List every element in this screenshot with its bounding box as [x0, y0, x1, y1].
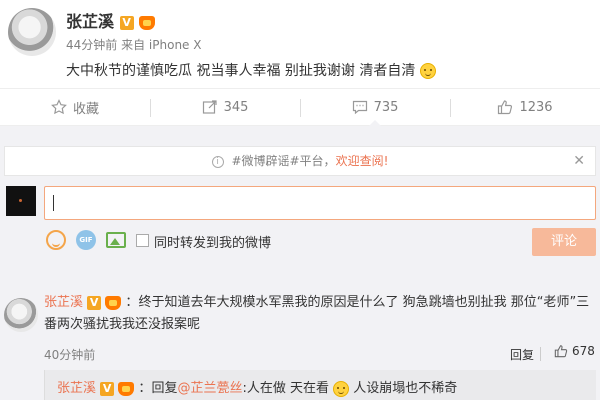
- repost-checkbox[interactable]: [136, 234, 149, 247]
- comment-like-count: 678: [572, 344, 595, 358]
- notice-link[interactable]: 欢迎查阅!: [336, 154, 389, 168]
- post-meta: 44分钟前 来自 iPhone X: [66, 36, 201, 53]
- post-action-bar: 收藏 345 735 1236: [0, 88, 600, 126]
- verified-badge-icon: V: [87, 295, 102, 310]
- repost-checkbox-label[interactable]: 同时转发到我的微博: [154, 232, 271, 251]
- repost-button[interactable]: 345: [150, 89, 300, 125]
- like-icon: [554, 345, 568, 358]
- text-caret: [53, 195, 54, 211]
- commenter-avatar[interactable]: [4, 298, 38, 332]
- like-icon: [498, 100, 513, 115]
- comment-input[interactable]: [44, 186, 596, 220]
- verified-badge-icon: V: [100, 381, 115, 396]
- emoji-icon[interactable]: [46, 230, 66, 250]
- divider: [540, 347, 541, 361]
- member-crown-icon: [139, 15, 156, 30]
- weibo-post: 张芷溪 V 44分钟前 来自 iPhone X 大中秋节的谨慎吃瓜 祝当事人幸福…: [0, 0, 600, 88]
- mention-link[interactable]: @芷兰甍丝: [177, 381, 242, 396]
- author-avatar[interactable]: [8, 8, 56, 56]
- post-source: 来自 iPhone X: [121, 38, 202, 52]
- comments-panel: i #微博辟谣#平台，欢迎查阅! ✕ GIF 同时转发到我的微博 评论 张芷溪 …: [0, 126, 600, 400]
- comment-like-button[interactable]: 678: [554, 344, 595, 358]
- submit-comment-button[interactable]: 评论: [532, 228, 596, 256]
- comment-button[interactable]: 735: [300, 89, 450, 126]
- rumor-notice-banner: i #微博辟谣#平台，欢迎查阅! ✕: [4, 146, 596, 176]
- comment-item: 张芷溪 V ：终于知道去年大规模水军黑我的原因是什么了 狗急跳墙也别扯我 那位“…: [44, 295, 590, 332]
- member-crown-icon: [105, 295, 122, 310]
- comment-time: 40分钟前: [44, 348, 96, 362]
- nested-reply: 张芷溪 V ：回复@芷兰甍丝:人在做 天在看 人设崩塌也不稀奇: [44, 370, 596, 400]
- member-crown-icon: [118, 381, 135, 396]
- gif-icon[interactable]: GIF: [76, 230, 96, 250]
- comment-text: 终于知道去年大规模水军黑我的原因是什么了 狗急跳墙也别扯我 那位“老师”三番两次…: [44, 295, 590, 332]
- like-button[interactable]: 1236: [450, 89, 600, 125]
- smile-emoji-icon: [333, 380, 350, 397]
- close-icon[interactable]: ✕: [573, 153, 585, 169]
- reply-button[interactable]: 回复: [510, 346, 534, 363]
- comment-author[interactable]: 张芷溪: [44, 295, 83, 310]
- info-icon: i: [211, 155, 224, 168]
- post-text: 大中秋节的谨慎吃瓜 祝当事人幸福 别扯我谢谢 清者自清: [66, 60, 436, 80]
- share-icon: [202, 100, 217, 114]
- reply-author[interactable]: 张芷溪: [57, 381, 96, 396]
- favorite-button[interactable]: 收藏: [0, 89, 150, 125]
- image-icon[interactable]: [106, 232, 126, 248]
- star-icon: [51, 99, 67, 115]
- author-name[interactable]: 张芷溪: [66, 12, 114, 31]
- comment-icon: [352, 100, 367, 115]
- verified-badge-icon: V: [119, 15, 134, 30]
- smile-emoji-icon: [419, 63, 436, 79]
- post-time[interactable]: 44分钟前: [66, 38, 117, 52]
- current-user-avatar[interactable]: [6, 186, 36, 216]
- composer-toolbar: GIF 同时转发到我的微博 评论: [44, 228, 596, 256]
